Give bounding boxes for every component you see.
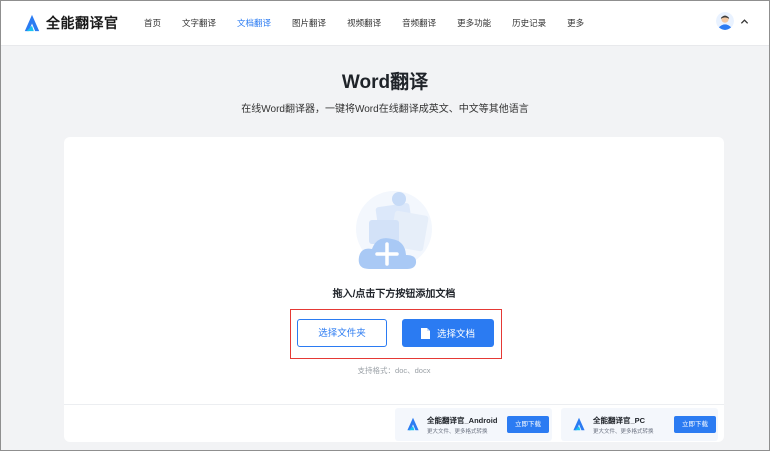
download-bar: 全能翻译官_Android 更大文件、更多格式转换 立即下载 全能翻译官_PC … (64, 404, 724, 443)
download-app-desc: 更大文件、更多格式转换 (427, 429, 488, 435)
cloud-upload-plus-icon[interactable] (347, 177, 437, 273)
nav-item-video-translate[interactable]: 视频翻译 (347, 1, 381, 45)
chevron-up-icon[interactable] (740, 17, 749, 26)
supported-formats: 支持格式：doc、docx (357, 366, 431, 375)
select-folder-button[interactable]: 选择文件夹 (297, 319, 387, 347)
brand-logo[interactable]: 全能翻译官 (23, 12, 119, 34)
nav-item-image-translate[interactable]: 图片翻译 (292, 1, 326, 45)
app-logo-icon (573, 417, 585, 431)
upload-card[interactable]: 拖入/点击下方按钮添加文档 选择文件夹 选择文档 支持格式：doc、docx 全… (64, 137, 724, 442)
download-android-button[interactable]: 立即下载 (507, 416, 549, 433)
select-document-button[interactable]: 选择文档 (402, 319, 494, 347)
drop-instruction: 拖入/点击下方按钮添加文档 (332, 289, 456, 300)
nav-item-more-features[interactable]: 更多功能 (457, 1, 491, 45)
app-logo-icon (407, 417, 419, 431)
page-title: Word翻译 (341, 72, 429, 93)
download-card-android: 全能翻译官_Android 更大文件、更多格式转换 立即下载 (395, 408, 552, 441)
nav-item-more[interactable]: 更多 (567, 1, 584, 45)
nav-item-document-translate[interactable]: 文档翻译 (237, 1, 271, 45)
top-header: 全能翻译官 首页 文字翻译 文档翻译 图片翻译 视频翻译 音频翻译 更多功能 历… (1, 1, 769, 46)
brand-logo-icon (24, 14, 40, 32)
document-icon (420, 327, 430, 339)
nav-item-audio-translate[interactable]: 音频翻译 (402, 1, 436, 45)
main-nav: 首页 文字翻译 文档翻译 图片翻译 视频翻译 音频翻译 更多功能 历史记录 更多 (144, 1, 605, 45)
page-subtitle: 在线Word翻译器，一键将Word在线翻译成英文、中文等其他语言 (241, 104, 529, 115)
upload-buttons-highlight: 选择文件夹 选择文档 (290, 309, 502, 359)
app-window: 全能翻译官 首页 文字翻译 文档翻译 图片翻译 视频翻译 音频翻译 更多功能 历… (0, 0, 770, 451)
download-pc-button[interactable]: 立即下载 (674, 416, 716, 433)
user-menu[interactable] (716, 12, 749, 30)
download-app-name: 全能翻译官_PC (593, 416, 646, 425)
nav-item-history[interactable]: 历史记录 (512, 1, 546, 45)
brand-name: 全能翻译官 (46, 15, 119, 31)
download-card-pc: 全能翻译官_PC 更大文件、更多格式转换 立即下载 (561, 408, 718, 441)
download-app-name: 全能翻译官_Android (427, 416, 498, 425)
nav-item-home[interactable]: 首页 (144, 1, 161, 45)
select-document-label: 选择文档 (436, 329, 475, 340)
download-app-desc: 更大文件、更多格式转换 (593, 429, 654, 435)
nav-item-text-translate[interactable]: 文字翻译 (182, 1, 216, 45)
user-avatar-icon[interactable] (716, 12, 734, 30)
